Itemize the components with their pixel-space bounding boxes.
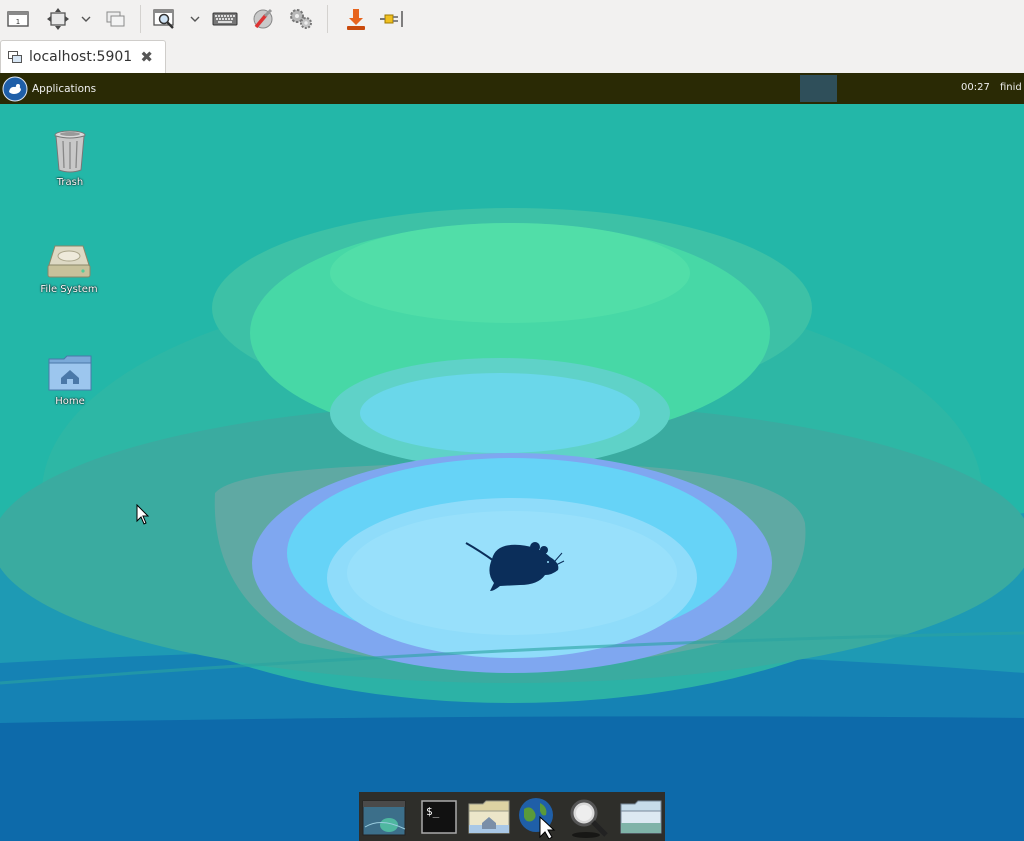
transfer-icon[interactable] <box>342 5 370 33</box>
desktop-icon-home[interactable]: Home <box>35 353 105 407</box>
harddrive-icon <box>47 245 91 278</box>
desktop-icon-trash[interactable]: Trash <box>35 128 105 188</box>
zoom-icon[interactable] <box>151 5 179 33</box>
bottom-dock: $_ <box>359 792 665 841</box>
web-browser-icon[interactable] <box>514 794 563 840</box>
applications-label: Applications <box>32 82 97 95</box>
screen-icon[interactable]: 1 <box>4 5 32 33</box>
applications-menu-button[interactable]: Applications <box>2 76 96 101</box>
terminal-icon[interactable]: $_ <box>415 794 464 840</box>
close-icon[interactable]: ✖ <box>140 48 153 66</box>
mouse-pointer-icon <box>136 504 150 525</box>
desktop-icon-filesystem[interactable]: File System <box>34 243 104 295</box>
toolbar-separator <box>327 5 328 33</box>
settings-icon[interactable] <box>287 5 315 33</box>
desktop-icon-label: Trash <box>56 177 84 188</box>
panel-clock[interactable]: 00:27 <box>961 82 990 93</box>
desktop-icon-label: File System <box>40 284 98 295</box>
toolbar-separator <box>140 5 141 33</box>
desktop-icon-label: Home <box>55 396 85 407</box>
trash-icon <box>54 130 86 173</box>
file-manager-icon[interactable] <box>464 794 513 840</box>
viewer-toolbar: 1 <box>0 0 1024 38</box>
app-finder-icon[interactable] <box>564 794 613 840</box>
keyboard-icon[interactable] <box>211 5 239 33</box>
show-desktop-icon[interactable] <box>360 794 409 840</box>
disconnect-icon[interactable] <box>378 5 406 33</box>
xfce-logo-icon <box>2 76 28 101</box>
fullscreen-icon[interactable] <box>44 5 72 33</box>
svg-text:$_: $_ <box>426 805 440 818</box>
connection-icon <box>8 51 22 63</box>
home-folder-icon <box>48 355 92 391</box>
tab-title: localhost:5901 <box>29 49 133 65</box>
xfce-wallpaper <box>0 73 1024 841</box>
tools-icon[interactable] <box>249 5 277 33</box>
remote-desktop[interactable]: Applications 00:27 finid Trash File Syst… <box>0 73 1024 841</box>
windows-icon[interactable] <box>102 5 130 33</box>
tab-strip: localhost:5901 ✖ <box>0 38 1024 74</box>
xfce-top-panel: Applications 00:27 finid <box>0 73 1024 104</box>
dropdown-icon[interactable] <box>78 5 94 33</box>
workspace-switcher[interactable] <box>800 75 837 102</box>
panel-user[interactable]: finid <box>1000 82 1022 93</box>
tab-localhost[interactable]: localhost:5901 ✖ <box>0 40 166 73</box>
svg-text:1: 1 <box>16 18 20 26</box>
folder-icon[interactable] <box>616 794 665 840</box>
dropdown-icon[interactable] <box>187 5 203 33</box>
